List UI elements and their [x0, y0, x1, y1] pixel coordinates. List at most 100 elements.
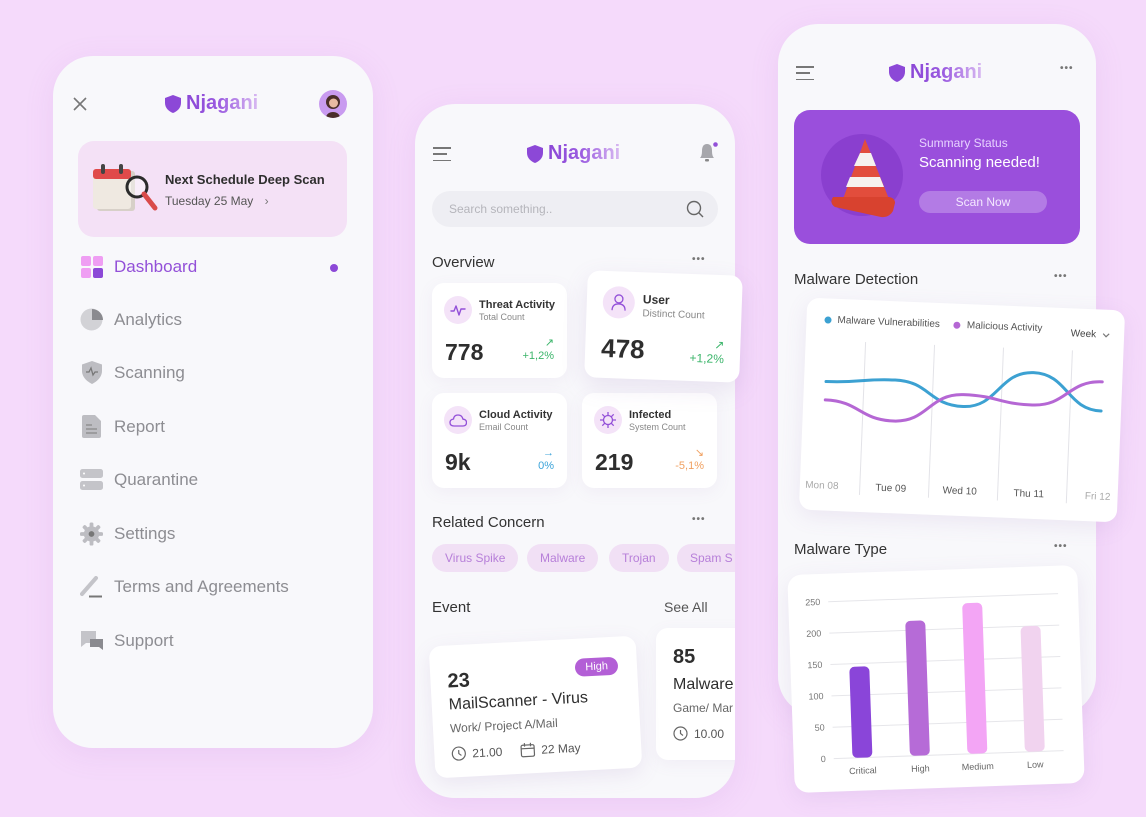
see-all-link[interactable]: See All — [664, 599, 708, 615]
close-icon — [73, 97, 87, 111]
nav-label: Quarantine — [114, 469, 199, 489]
summary-status: Scanning needed! — [919, 154, 1040, 171]
nav-analytics[interactable]: Analytics — [80, 308, 182, 331]
app-name: Njagani — [548, 142, 621, 164]
grid-line — [1065, 350, 1073, 504]
app-name: Njagani — [910, 61, 983, 83]
stat-subtitle: Distinct Count — [642, 308, 705, 322]
grid-line — [858, 342, 867, 495]
dashboard-icon — [80, 255, 103, 278]
calendar-icon — [520, 742, 536, 758]
nav-label: Dashboard — [114, 256, 198, 276]
stat-change-value: +1,2% — [689, 350, 725, 367]
x-tick-label: Mon 08 — [805, 480, 839, 492]
detection-more-button[interactable]: ••• — [1054, 271, 1068, 282]
clock-icon — [451, 746, 466, 761]
y-tick-label: 100 — [808, 691, 823, 702]
nav-quarantine[interactable]: Quarantine — [80, 468, 198, 491]
event-time: 21.00 — [471, 744, 503, 760]
more-options-button[interactable]: ••• — [1060, 63, 1074, 74]
priority-badge: High — [574, 656, 619, 677]
type-more-button[interactable]: ••• — [1054, 541, 1068, 552]
gear-icon — [80, 522, 103, 545]
notification-button[interactable] — [697, 141, 719, 168]
concern-chip[interactable]: Malware — [527, 544, 599, 572]
nav-scanning[interactable]: Scanning — [80, 361, 185, 384]
event-time: 10.00 — [694, 726, 725, 741]
event-title: Event — [432, 599, 471, 616]
schedule-date[interactable]: Tuesday 25 May › — [165, 194, 269, 208]
concern-chip[interactable]: Trojan — [609, 544, 669, 572]
virus-icon — [594, 406, 622, 434]
event-card[interactable]: 85 Malware Game/ Mar 10.00 — [656, 628, 735, 760]
stat-subtitle: Email Count — [479, 422, 529, 432]
grid-line — [996, 347, 1004, 501]
event-number: 85 — [673, 646, 696, 668]
nav-label: Report — [114, 416, 166, 436]
server-icon — [80, 468, 103, 491]
stat-change: ↗ +1,2% — [689, 337, 724, 366]
y-tick-label: 250 — [805, 597, 820, 608]
related-concern-title: Related Concern — [432, 514, 545, 531]
search-bar — [432, 191, 718, 227]
bar-low — [1020, 625, 1045, 752]
stat-title: Threat Activity — [479, 299, 556, 311]
related-more-button[interactable]: ••• — [692, 514, 706, 525]
stat-card-user[interactable]: User Distinct Count 478 ↗ +1,2% — [584, 270, 743, 383]
active-indicator-dot — [330, 264, 338, 272]
concern-chip[interactable]: Virus Spike — [432, 544, 519, 572]
scan-now-button[interactable]: Scan Now — [919, 191, 1047, 213]
stat-change: → 0% — [538, 447, 554, 473]
stat-change-value: +1,2% — [522, 350, 555, 362]
event-path: Work/ Project A/Mail — [449, 715, 559, 736]
stat-change-value: 0% — [538, 460, 554, 472]
stat-value: 778 — [445, 339, 484, 365]
stat-card-threat-activity[interactable]: Threat Activity Total Count 778 ↗ +1,2% — [432, 283, 567, 378]
bar-critical — [849, 666, 873, 758]
summary-status-card: Summary Status Scanning needed! Scan Now — [794, 110, 1080, 244]
event-card[interactable]: 23 High MailScanner - Virus Work/ Projec… — [428, 635, 643, 779]
nav-dashboard[interactable]: Dashboard — [80, 255, 197, 278]
stat-card-cloud-activity[interactable]: Cloud Activity Email Count 9k → 0% — [432, 393, 567, 488]
malware-type-chart-card: 0 50 100 150 200 250 Critical High Medium Low — [787, 565, 1085, 793]
overview-more-button[interactable]: ••• — [692, 254, 706, 265]
x-tick-label: Medium — [962, 761, 994, 772]
menu-screen: Njagani Next Schedule Deep Scan Tuesday … — [53, 56, 373, 748]
x-tick-label: Fri 12 — [1085, 491, 1111, 503]
search-input[interactable] — [449, 202, 669, 216]
search-icon[interactable] — [686, 200, 704, 218]
stat-subtitle: Total Count — [479, 312, 525, 322]
event-meta: 10.00 — [673, 726, 724, 741]
stat-title: Infected — [629, 409, 672, 421]
clock-icon — [673, 726, 688, 741]
schedule-date-text: Tuesday 25 May — [165, 194, 254, 208]
nav-terms[interactable]: Terms and Agreements — [80, 575, 289, 598]
shield-logo-icon — [165, 94, 181, 113]
event-name: Malware — [673, 676, 734, 693]
nav-settings[interactable]: Settings — [80, 522, 175, 545]
avatar-icon — [326, 95, 340, 118]
shield-logo-icon — [889, 63, 905, 82]
x-tick-label: Tue 09 — [875, 483, 907, 495]
trend-up-icon: ↗ — [714, 337, 725, 353]
user-icon — [602, 285, 636, 319]
close-button[interactable] — [73, 97, 87, 116]
concern-chip[interactable]: Spam S — [677, 544, 735, 572]
grid-line — [828, 593, 1059, 603]
stat-card-infected[interactable]: Infected System Count 219 ↘ -5,1% — [582, 393, 717, 488]
next-scan-card[interactable]: Next Schedule Deep Scan Tuesday 25 May › — [78, 141, 347, 237]
hamburger-menu-button[interactable] — [796, 66, 814, 80]
nav-label: Settings — [114, 523, 176, 543]
hamburger-menu-button[interactable] — [433, 147, 451, 161]
app-logo: Njagani — [527, 142, 620, 165]
cloud-icon — [444, 406, 472, 434]
bar-medium — [962, 602, 988, 754]
nav-report[interactable]: Report — [80, 415, 165, 438]
nav-label: Analytics — [114, 309, 183, 329]
app-logo: Njagani — [889, 61, 982, 84]
user-avatar[interactable] — [319, 90, 347, 118]
bell-icon — [700, 142, 718, 162]
nav-support[interactable]: Support — [80, 629, 174, 652]
nav-label: Terms and Agreements — [114, 576, 289, 596]
x-tick-label: High — [911, 763, 930, 774]
